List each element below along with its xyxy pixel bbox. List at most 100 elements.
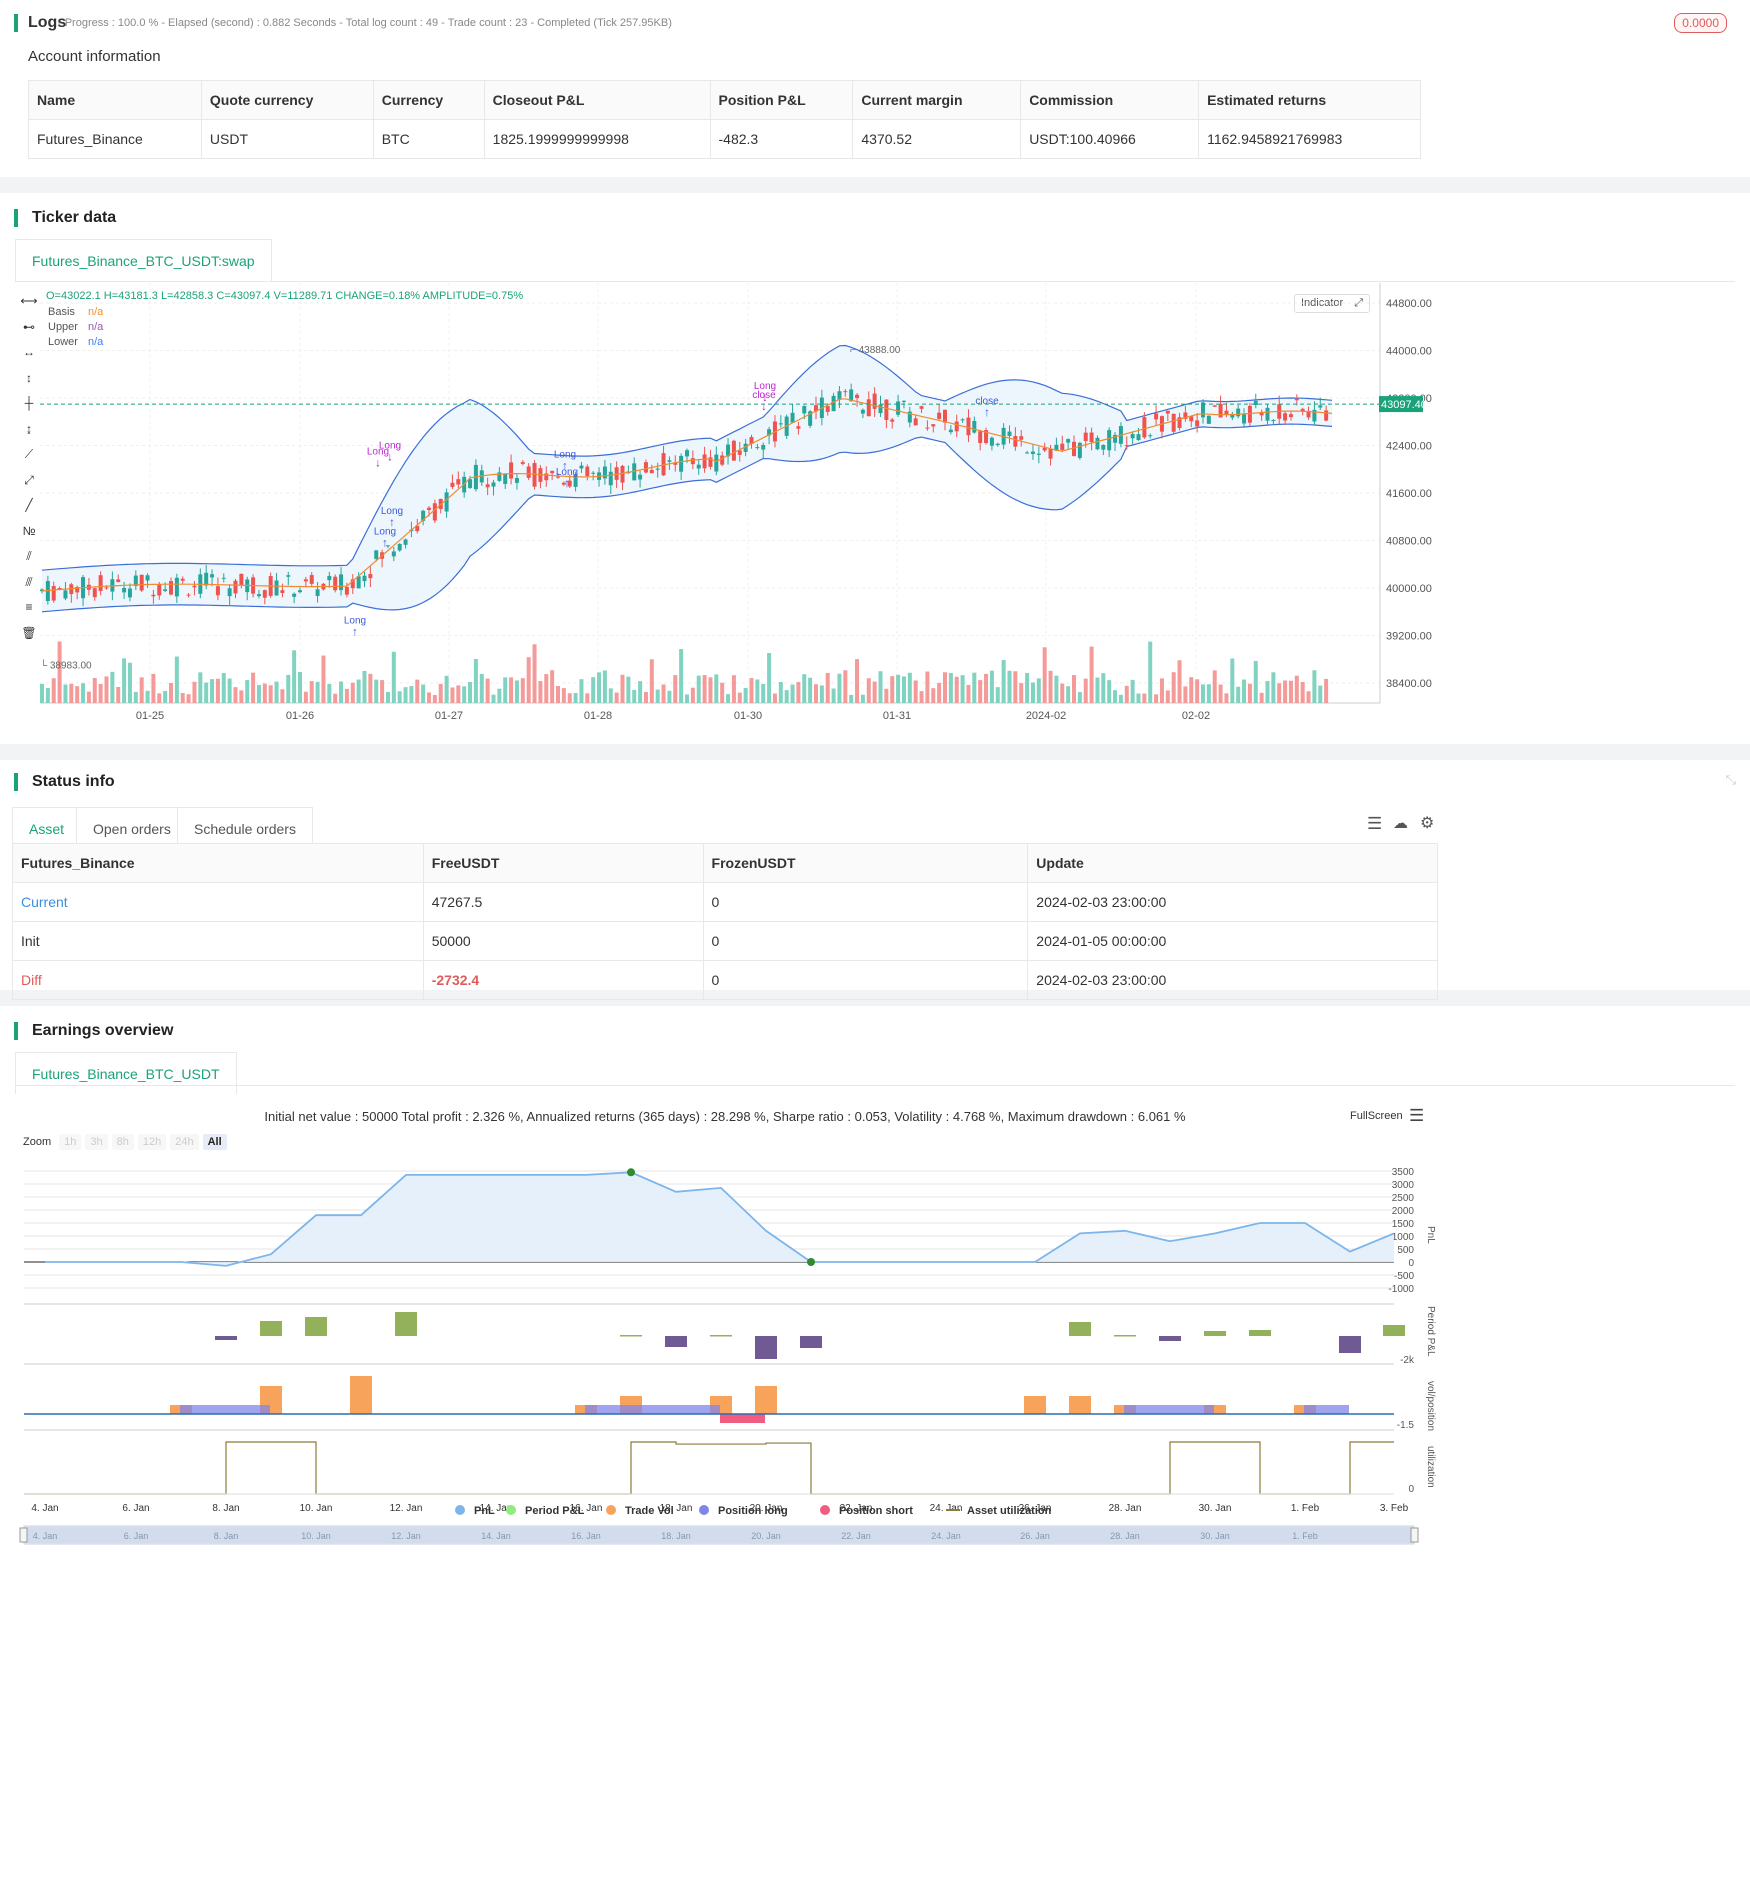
candle-body [1242,414,1247,424]
status-title: Status info [14,773,115,791]
volume-bar [233,687,238,703]
volume-bar [450,687,455,703]
fullscreen-button[interactable]: FullScreen [1350,1110,1403,1122]
legend-item: Position short [820,1505,913,1517]
time-axis-label: 6. Jan [122,1503,149,1514]
volume-bar [380,680,385,703]
time-axis-label: 10. Jan [300,1503,333,1514]
candle-body [51,586,56,601]
period-pnl-bar [800,1336,822,1348]
volume-bar [116,686,121,703]
position-long-bar [585,1405,720,1414]
column-header: Quote currency [200,80,374,120]
tab-ticker-symbol[interactable]: Futures_Binance_BTC_USDT:swap [15,239,272,281]
volume-bar [468,682,473,703]
time-axis-label: 2024-02 [1026,710,1066,722]
util-axis-title: utilization [1425,1446,1436,1488]
collapse-icon[interactable]: ⤡ [1726,772,1736,788]
min-point-marker [807,1258,815,1266]
volume-bar [1201,684,1205,703]
volume-bar [415,679,420,703]
volume-bar [385,691,390,703]
legend-label: Period P&L [525,1505,585,1517]
navigator-label: 6. Jan [124,1531,149,1541]
pnl-axis-label: -1000 [1388,1284,1414,1295]
period-pnl-bar [620,1335,642,1337]
volume-bar [743,688,748,703]
volume-bar [673,675,678,703]
zoom-option-8h[interactable]: 8h [111,1134,134,1150]
navigator-label: 14. Jan [481,1531,511,1541]
util-axis-label: 0 [1408,1484,1414,1495]
candle-body [884,399,889,420]
volume-bar [919,691,924,703]
volume-bar [1195,679,1200,703]
candle-body [1083,432,1088,441]
volume-bar [1083,678,1088,703]
vol-axis-label: -1.5 [1397,1420,1415,1431]
time-axis-label: 01-26 [286,710,314,722]
pnl-axis-label: -500 [1394,1271,1414,1282]
volume-bar [1054,675,1059,703]
list-icon[interactable]: ☰ [1367,814,1382,834]
column-header: Current margin [852,80,1022,120]
candle-body [796,426,801,429]
candle-body [901,400,906,402]
candle-body [1165,410,1170,414]
candle-body [309,575,314,584]
earnings-title: Earnings overview [14,1022,173,1040]
tab-underline [15,281,1735,282]
period-pnl-bar [1339,1336,1361,1353]
volume-bar [503,677,508,703]
candle-body [855,394,860,399]
volume-bar [362,670,367,703]
candle-body [1201,402,1205,418]
volume-bar [479,673,484,703]
zoom-option-1h[interactable]: 1h [59,1134,82,1150]
volume-bar [931,688,936,703]
time-axis-label: 01-30 [734,710,762,722]
volume-bar [837,673,842,703]
volume-bar [778,681,783,703]
candle-body [520,462,525,464]
gear-icon[interactable]: ⚙ [1420,813,1434,833]
volume-bar [1001,659,1006,703]
volume-bar [772,693,777,703]
volume-bar [1271,672,1276,703]
volume-bar [1066,686,1071,703]
candle-body [995,443,1000,446]
candle-body [790,412,795,423]
trade-signal-arrow: ↓ [761,399,767,413]
volume-bar [1306,691,1311,703]
zoom-option-12h[interactable]: 12h [137,1134,167,1150]
candle-body [174,577,179,597]
volume-bar [597,672,602,703]
cloud-download-icon[interactable]: ☁ [1393,814,1408,832]
volume-bar [321,655,326,703]
zoom-option-24h[interactable]: 24h [170,1134,199,1150]
candle-body [643,462,648,473]
menu-icon[interactable]: ☰ [1409,1106,1424,1126]
volume-bar [1171,672,1176,703]
table-cell: 2024-01-05 00:00:00 [1027,921,1438,961]
time-axis-label: 30. Jan [1199,1503,1232,1514]
candle-body [860,409,865,414]
volume-bar [1212,670,1217,703]
volume-bar [174,656,179,703]
column-header: Closeout P&L [483,80,711,120]
candle-body [315,589,320,596]
volume-bar [374,679,379,703]
low-price-label: └ 38983.00 [40,658,92,671]
table-cell: USDT [200,119,374,159]
zoom-option-All[interactable]: All [202,1134,227,1150]
volume-bar [1177,660,1182,703]
tab-earnings-symbol[interactable]: Futures_Binance_BTC_USDT [15,1052,237,1094]
candle-body [1247,405,1252,423]
zoom-option-3h[interactable]: 3h [85,1134,108,1150]
price-axis-label: 42400.00 [1386,441,1432,453]
ticker-panel: Ticker data Futures_Binance_BTC_USDT:swa… [0,193,1750,744]
candle-body [585,466,590,477]
volume-bar [403,687,408,703]
volume-bar [602,670,607,703]
candle-body [1142,417,1147,438]
